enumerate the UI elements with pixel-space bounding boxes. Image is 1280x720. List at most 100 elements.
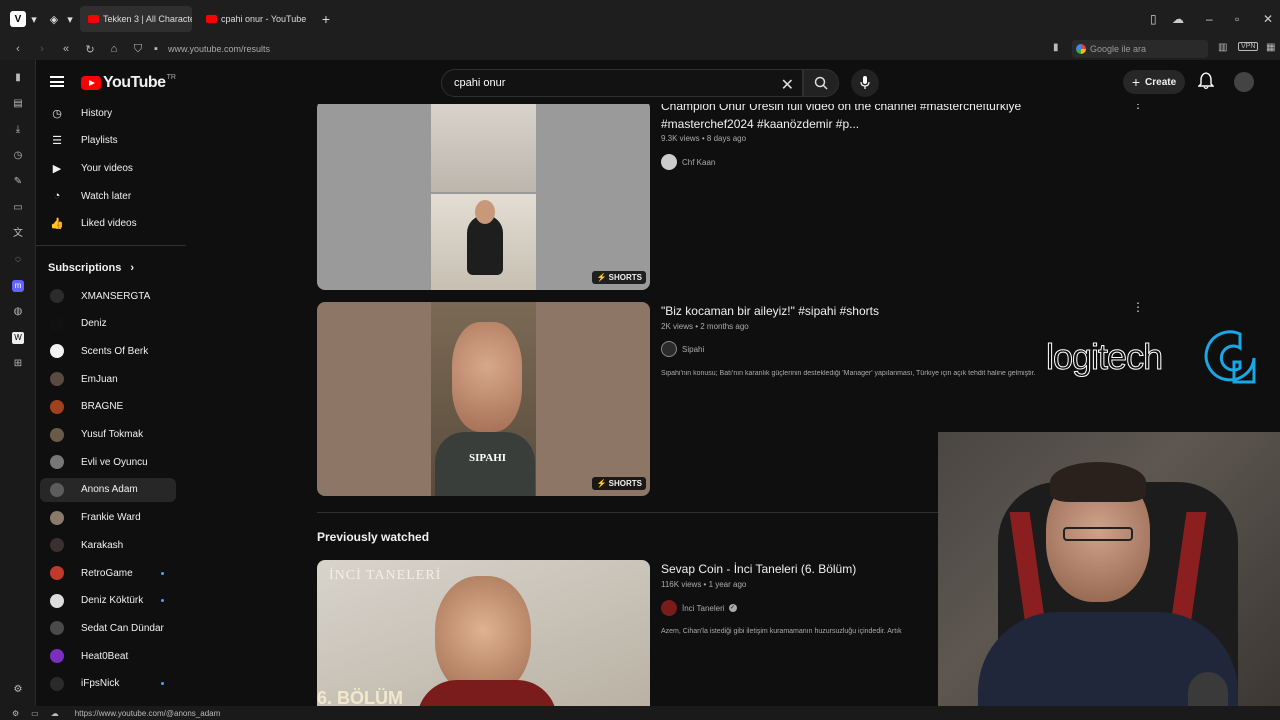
section-divider <box>317 512 939 513</box>
url-field[interactable]: www.youtube.com/results <box>168 44 270 54</box>
sidebar-subscription-item[interactable]: Deniz Köktürk <box>40 589 176 613</box>
video-title[interactable]: "Biz kocaman bir aileyiz!" #sipahi #shor… <box>661 302 1081 320</box>
sidebar-subscription-item[interactable]: Deniz <box>40 312 176 336</box>
minimize-icon[interactable]: – <box>1206 12 1213 26</box>
sidebar-item-history[interactable]: ◷ History <box>40 101 176 125</box>
tab-tekken[interactable]: Tekken 3 | All Characters Re <box>80 6 192 32</box>
close-icon[interactable]: ✕ <box>1263 12 1273 26</box>
subscriptions-heading[interactable]: Subscriptions › <box>48 262 134 274</box>
forward-icon[interactable]: › <box>30 43 54 55</box>
downloads-icon[interactable]: ⤓ <box>12 124 24 136</box>
subscription-avatar <box>50 538 64 553</box>
youtube-logo[interactable]: YouTube TR <box>81 74 176 92</box>
add-panel-icon[interactable]: ⊞ <box>12 358 24 370</box>
new-tab-button[interactable]: + <box>318 11 334 27</box>
vpn-badge[interactable]: VPN <box>1238 42 1259 51</box>
panel-icon[interactable]: ▦ <box>1266 42 1275 53</box>
video-thumbnail[interactable]: İNCİ TANELERİ 6. BÖLÜM <box>317 560 650 706</box>
notifications-bell-icon[interactable] <box>1198 72 1214 90</box>
search-button[interactable] <box>803 69 839 97</box>
reading-list-icon[interactable]: ▤ <box>12 98 24 110</box>
window-icon[interactable]: ▭ <box>12 202 24 214</box>
sidebar-subscription-item[interactable]: Yusuf Tokmak <box>40 423 176 447</box>
chevron-right-icon: › <box>130 262 135 274</box>
sidebar-subscription-item[interactable]: Sedat Can Dündar <box>40 616 176 640</box>
wikipedia-icon[interactable]: W <box>12 332 24 344</box>
sidebar-subscription-item[interactable]: Frankie Ward <box>40 506 176 530</box>
sidebar-subscription-item[interactable]: Evli ve Oyuncu <box>40 450 176 474</box>
channel-link[interactable]: Sipahi <box>661 341 704 357</box>
panel-toggle-icon[interactable]: ▭ <box>31 709 39 718</box>
subscription-name: XMANSERGTA <box>81 290 151 302</box>
home-icon[interactable]: ⌂ <box>102 43 126 55</box>
reload-icon[interactable]: ↻ <box>78 43 102 56</box>
address-bar: ‹ › « ↻ ⌂ ⛉ ▪ www.youtube.com/results ▮ … <box>0 38 1280 60</box>
plus-icon: + <box>1131 74 1141 90</box>
channel-avatar <box>661 341 677 357</box>
sidebar-subscription-item[interactable]: Heat0Beat <box>40 644 176 668</box>
sidebar-subscription-item[interactable]: RetroGame <box>40 561 176 585</box>
settings-icon[interactable]: ⚙ <box>12 684 24 696</box>
sidebar-subscription-item[interactable]: EmJuan <box>40 367 176 391</box>
video-thumbnail[interactable]: SIPAHI ⚡ SHORTS <box>317 302 650 496</box>
workspaces-icon[interactable]: ◈ <box>46 11 62 27</box>
playlists-icon: ☰ <box>52 134 62 147</box>
voice-search-button[interactable] <box>851 69 879 97</box>
back-icon[interactable]: ‹ <box>6 43 30 55</box>
video-meta: 9.3K views • 8 days ago <box>661 134 747 143</box>
chevron-down-icon[interactable]: ▾ <box>30 11 38 27</box>
browser-side-panel: ▮ ▤ ⤓ ◷ ✎ ▭ 文 ◌ m ◍ W ⊞ ⚙ <box>0 60 36 720</box>
clear-search-icon[interactable]: ✕ <box>781 75 794 95</box>
subscription-avatar <box>50 344 64 359</box>
sidebar-item-your-videos[interactable]: ▶ Your videos <box>40 156 176 180</box>
globe-icon[interactable]: ◍ <box>12 306 24 318</box>
chat-icon[interactable]: ◌ <box>12 254 24 266</box>
create-button[interactable]: + Create <box>1123 70 1185 94</box>
maximize-icon[interactable]: ▫ <box>1235 12 1239 26</box>
sidebar-subscription-item[interactable]: iFpsNick <box>40 672 176 696</box>
channel-link[interactable]: Chf Kaan <box>661 154 715 170</box>
chevron-down-icon[interactable]: ▾ <box>66 11 74 27</box>
menu-icon[interactable] <box>50 76 64 87</box>
sidebar-item-liked-videos[interactable]: 👍 Liked videos <box>40 211 176 235</box>
mastodon-icon[interactable]: m <box>12 280 24 292</box>
video-title[interactable]: Champion Onur Üresin full video on the c… <box>661 104 1081 133</box>
sidebar-item-playlists[interactable]: ☰ Playlists <box>40 128 176 152</box>
google-icon <box>1076 44 1086 54</box>
sidebar-subscription-item[interactable]: Karakash <box>40 533 176 557</box>
translate-icon[interactable]: 文 <box>12 228 24 240</box>
shield-icon[interactable]: ⛉ <box>126 43 150 56</box>
bookmark-icon[interactable]: ▮ <box>1053 42 1059 53</box>
thumbnail-title: İNCİ TANELERİ <box>329 568 442 583</box>
subscription-name: EmJuan <box>81 373 118 385</box>
person-shoulders <box>435 432 535 496</box>
account-avatar[interactable] <box>1234 72 1254 92</box>
bookmarks-icon[interactable]: ▮ <box>12 72 24 84</box>
cloud-sync-icon[interactable]: ☁ <box>51 709 59 718</box>
like-icon: 👍 <box>50 217 64 230</box>
search-engine-field[interactable]: Google ile ara <box>1072 40 1208 58</box>
sidebar-subscription-item[interactable]: Anons Adam <box>40 477 176 502</box>
subscription-avatar <box>50 399 64 414</box>
tab-youtube-search[interactable]: cpahi onur - YouTube <box>198 6 310 32</box>
search-input[interactable]: cpahi onur ✕ <box>441 69 803 97</box>
history-panel-icon[interactable]: ◷ <box>12 150 24 162</box>
sidebar-subscription-item[interactable]: BRAGNE <box>40 395 176 419</box>
trash-icon[interactable]: ▯ <box>1150 12 1157 26</box>
settings-icon[interactable]: ⚙ <box>12 709 19 718</box>
sidebar-item-watch-later[interactable]: ◔ Watch later <box>40 184 176 208</box>
subscription-avatar <box>50 372 64 387</box>
sidebar-subscription-item[interactable]: Scents Of Berk <box>40 339 176 363</box>
channel-link[interactable]: İnci Taneleri ✓ <box>661 600 737 616</box>
sidebar-subscription-item[interactable]: XMANSERGTA <box>40 284 176 308</box>
subscription-name: Sedat Can Dündar <box>81 622 164 634</box>
rewind-icon[interactable]: « <box>54 43 78 55</box>
more-options-icon[interactable]: ⋮ <box>1132 104 1144 111</box>
video-thumbnail[interactable]: ⚡ SHORTS <box>317 104 650 290</box>
vivaldi-menu-icon[interactable]: V <box>10 11 26 27</box>
cloud-icon[interactable]: ☁ <box>1172 12 1184 26</box>
more-options-icon[interactable]: ⋮ <box>1132 300 1144 314</box>
notes-icon[interactable]: ✎ <box>12 176 24 188</box>
sidebar-divider <box>36 245 186 246</box>
extension-icon[interactable]: ▥ <box>1218 42 1227 53</box>
